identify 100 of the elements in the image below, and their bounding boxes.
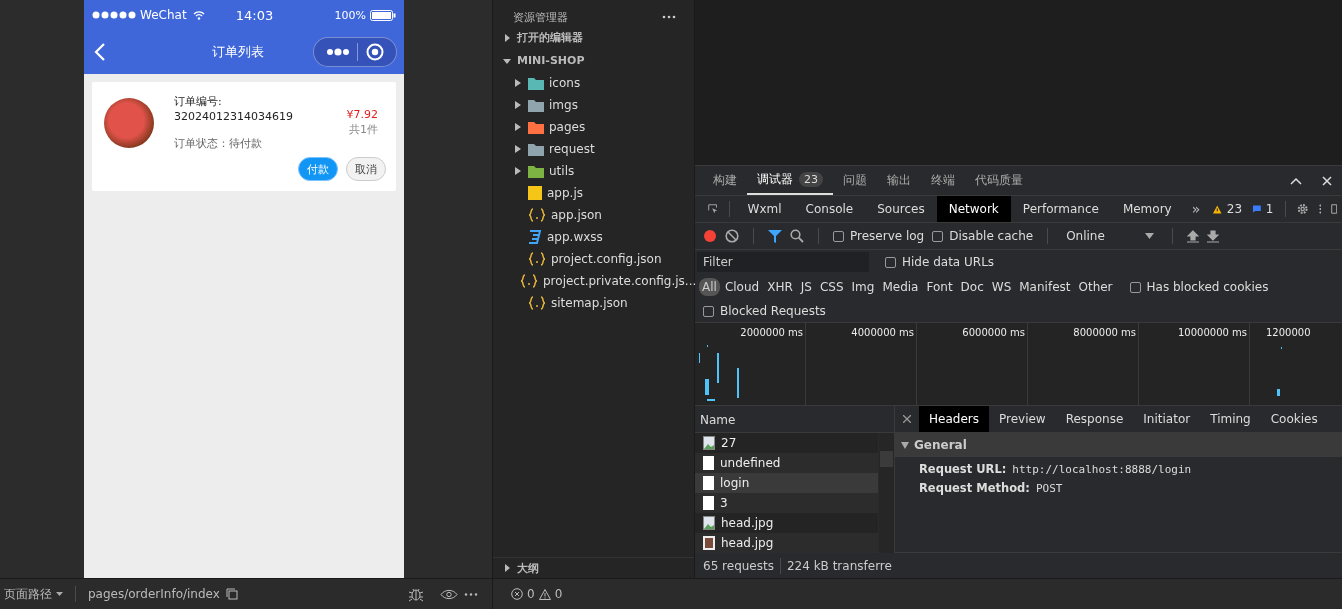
request-row[interactable]: 27 [695, 433, 878, 453]
type-filter[interactable]: Cloud [721, 278, 763, 296]
caret-icon [515, 167, 521, 175]
document-icon [703, 476, 714, 490]
file-tree-item[interactable]: app.json [493, 204, 694, 226]
product-photo-placeholder [104, 98, 154, 148]
request-row[interactable]: head.jpg [695, 513, 878, 533]
bug-icon[interactable] [408, 586, 424, 602]
panel-tab[interactable]: 构建 [703, 166, 747, 195]
devtools-tab[interactable]: Network [936, 196, 1011, 222]
type-filter[interactable]: Media [879, 278, 922, 296]
type-filter[interactable]: Other [1075, 278, 1116, 296]
file-tree-item[interactable]: imgs [493, 94, 694, 116]
type-filter[interactable]: CSS [816, 278, 847, 296]
type-filter[interactable]: Font [923, 278, 956, 296]
eye-icon[interactable] [440, 588, 458, 600]
option-checkbox[interactable]: Disable cache [932, 229, 1034, 243]
filter-input[interactable]: Filter [697, 252, 869, 272]
message-count[interactable]: 1 [1265, 202, 1274, 216]
general-section-header[interactable]: General [895, 433, 1342, 457]
close-target-icon[interactable] [366, 43, 385, 61]
file-tree-item[interactable]: icons [493, 72, 694, 94]
request-row[interactable]: login [695, 473, 878, 493]
caret-icon [515, 101, 521, 109]
file-tree-item[interactable]: app.js [493, 182, 694, 204]
detail-tab[interactable]: Timing [1200, 406, 1261, 432]
devtools-tab[interactable]: Performance [1010, 196, 1111, 222]
panel-tab[interactable]: 调试器 23 [747, 166, 833, 195]
caret-icon [56, 592, 63, 596]
warning-count[interactable]: 0 [554, 587, 563, 601]
throttle-dropdown[interactable]: Online [1062, 229, 1159, 243]
type-filter[interactable]: Img [848, 278, 878, 296]
explorer-section[interactable]: MINI-SHOP [493, 49, 694, 72]
request-row[interactable]: head.jpg [695, 533, 878, 553]
photo-thumbnail-icon [703, 536, 715, 550]
count-badge: 23 [799, 172, 823, 187]
record-icon[interactable] [703, 229, 717, 243]
option-checkbox[interactable]: Preserve log [833, 229, 925, 243]
battery-icon [370, 9, 396, 21]
cancel-button[interactable]: 取消 [346, 157, 386, 181]
detail-tab[interactable]: Initiator [1133, 406, 1201, 432]
file-tree-item[interactable]: project.private.config.js... [493, 270, 694, 292]
more-icon[interactable] [464, 592, 478, 596]
file-tree-item[interactable]: project.config.json [493, 248, 694, 270]
search-icon[interactable] [790, 229, 804, 243]
download-icon[interactable] [1207, 229, 1220, 243]
clear-icon[interactable] [725, 229, 739, 243]
panel-tab[interactable]: 输出 [877, 166, 921, 195]
error-count[interactable]: 0 [527, 587, 535, 601]
capsule-menu[interactable] [313, 37, 397, 67]
time-tick-label: 1200000 [1266, 327, 1311, 339]
more-icon[interactable] [662, 15, 676, 19]
type-filter[interactable]: XHR [764, 278, 796, 296]
caret-icon [515, 123, 521, 131]
detail-tab[interactable]: Cookies [1260, 406, 1328, 432]
summary-text: 224 kB transferre [786, 558, 892, 573]
more-tabs-button[interactable]: » [1183, 201, 1209, 217]
settings-icon[interactable] [1297, 201, 1309, 217]
warning-count[interactable]: 23 [1226, 202, 1243, 216]
panel-tab[interactable]: 终端 [921, 166, 965, 195]
type-filter[interactable]: Manifest [1016, 278, 1074, 296]
devtools-tab[interactable]: Console [793, 196, 866, 222]
time-tick-label: 4000000 ms [851, 327, 914, 339]
type-filter[interactable]: JS [797, 278, 815, 296]
panel-tab[interactable]: 代码质量 [965, 166, 1033, 195]
devtools-tab[interactable]: Wxml [735, 196, 794, 222]
option-checkbox[interactable]: Has blocked cookies [1129, 280, 1269, 294]
document-icon [703, 456, 714, 470]
file-tree-item[interactable]: request [493, 138, 694, 160]
option-checkbox[interactable]: Blocked Requests [703, 304, 826, 318]
type-filter[interactable]: All [699, 278, 720, 296]
order-price: ¥7.92 [346, 107, 378, 122]
time-tick-label: 6000000 ms [962, 327, 1025, 339]
file-tree-item[interactable]: utils [493, 160, 694, 182]
devtools-tab[interactable]: Sources [865, 196, 937, 222]
type-filter[interactable]: Doc [957, 278, 987, 296]
copy-icon[interactable] [225, 588, 238, 600]
more-icon[interactable] [325, 48, 350, 56]
inspect-icon[interactable] [708, 202, 718, 216]
detail-tab[interactable]: Response [1055, 406, 1134, 432]
panel-tab[interactable]: 问题 [833, 166, 877, 195]
close-icon[interactable] [903, 415, 911, 423]
detail-tab[interactable]: Headers [919, 406, 989, 432]
header-value: http://localhost:8888/login [1012, 463, 1192, 476]
file-tree-item[interactable]: pages [493, 116, 694, 138]
option-checkbox[interactable]: Hide data URLs [885, 255, 995, 269]
upload-icon[interactable] [1187, 229, 1200, 243]
file-tree-item[interactable]: sitemap.json [493, 292, 694, 314]
collapse-icon[interactable] [1290, 176, 1302, 185]
item-count: 共1件 [349, 122, 378, 137]
kebab-menu-icon[interactable] [1318, 202, 1322, 216]
devtools-tab[interactable]: Memory [1110, 196, 1184, 222]
file-tree-item[interactable]: app.wxss [493, 226, 694, 248]
dock-icon[interactable] [1331, 202, 1337, 216]
back-icon[interactable] [94, 43, 106, 61]
explorer-section[interactable]: 打开的编辑器 [493, 26, 694, 49]
page-path-dropdown[interactable]: 页面路径 [4, 585, 63, 603]
filter-icon[interactable] [768, 229, 782, 243]
detail-tab[interactable]: Preview [988, 406, 1056, 432]
type-filter[interactable]: WS [988, 278, 1015, 296]
